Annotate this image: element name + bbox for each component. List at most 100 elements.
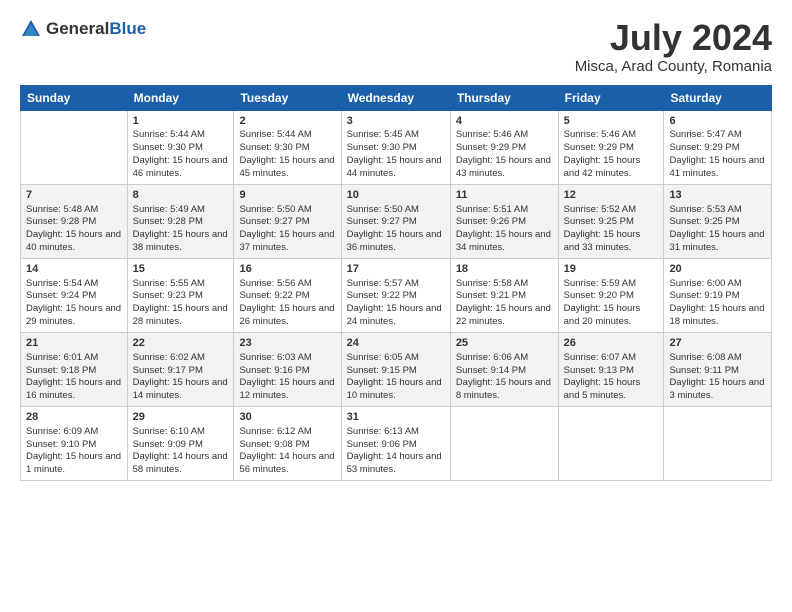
day-number: 3 <box>347 114 445 129</box>
day-number: 9 <box>239 188 335 203</box>
table-row: 2Sunrise: 5:44 AMSunset: 9:30 PMDaylight… <box>234 110 341 184</box>
day-number: 7 <box>26 188 122 203</box>
day-info: Sunrise: 5:56 AMSunset: 9:22 PMDaylight:… <box>239 278 335 329</box>
table-row: 27Sunrise: 6:08 AMSunset: 9:11 PMDayligh… <box>664 332 772 406</box>
table-row: 18Sunrise: 5:58 AMSunset: 9:21 PMDayligh… <box>450 258 558 332</box>
day-number: 12 <box>564 188 659 203</box>
day-info: Sunrise: 5:51 AMSunset: 9:26 PMDaylight:… <box>456 204 553 255</box>
table-row: 17Sunrise: 5:57 AMSunset: 9:22 PMDayligh… <box>341 258 450 332</box>
page: GeneralBlue July 2024 Misca, Arad County… <box>0 0 792 612</box>
day-number: 14 <box>26 262 122 277</box>
day-number: 17 <box>347 262 445 277</box>
day-number: 6 <box>669 114 766 129</box>
day-info: Sunrise: 6:09 AMSunset: 9:10 PMDaylight:… <box>26 426 122 477</box>
day-info: Sunrise: 5:57 AMSunset: 9:22 PMDaylight:… <box>347 278 445 329</box>
day-info: Sunrise: 6:08 AMSunset: 9:11 PMDaylight:… <box>669 352 766 403</box>
calendar-week-row: 1 Sunrise: 5:44 AMSunset: 9:30 PMDaylight… <box>21 110 772 184</box>
day-number: 26 <box>564 336 659 351</box>
table-row <box>664 406 772 480</box>
day-info: Sunrise: 5:58 AMSunset: 9:21 PMDaylight:… <box>456 278 553 329</box>
col-thursday: Thursday <box>450 85 558 110</box>
day-number: 30 <box>239 410 335 425</box>
table-row <box>21 110 128 184</box>
table-row <box>450 406 558 480</box>
table-row: 8Sunrise: 5:49 AMSunset: 9:28 PMDaylight… <box>127 184 234 258</box>
table-row: 11Sunrise: 5:51 AMSunset: 9:26 PMDayligh… <box>450 184 558 258</box>
table-row: 14Sunrise: 5:54 AMSunset: 9:24 PMDayligh… <box>21 258 128 332</box>
table-row: 25Sunrise: 6:06 AMSunset: 9:14 PMDayligh… <box>450 332 558 406</box>
day-number: 29 <box>133 410 229 425</box>
calendar-week-row: 7Sunrise: 5:48 AMSunset: 9:28 PMDaylight… <box>21 184 772 258</box>
day-info: Sunrise: 6:07 AMSunset: 9:13 PMDaylight:… <box>564 352 659 403</box>
day-number: 13 <box>669 188 766 203</box>
day-number: 2 <box>239 114 335 129</box>
calendar-week-row: 14Sunrise: 5:54 AMSunset: 9:24 PMDayligh… <box>21 258 772 332</box>
table-row: 16Sunrise: 5:56 AMSunset: 9:22 PMDayligh… <box>234 258 341 332</box>
table-row: 29Sunrise: 6:10 AMSunset: 9:09 PMDayligh… <box>127 406 234 480</box>
table-row: 13Sunrise: 5:53 AMSunset: 9:25 PMDayligh… <box>664 184 772 258</box>
day-info: Sunrise: 5:54 AMSunset: 9:24 PMDaylight:… <box>26 278 122 329</box>
day-info: Sunrise: 5:50 AMSunset: 9:27 PMDaylight:… <box>347 204 445 255</box>
col-saturday: Saturday <box>664 85 772 110</box>
day-number: 25 <box>456 336 553 351</box>
table-row: 24Sunrise: 6:05 AMSunset: 9:15 PMDayligh… <box>341 332 450 406</box>
table-row: 7Sunrise: 5:48 AMSunset: 9:28 PMDaylight… <box>21 184 128 258</box>
logo: GeneralBlue <box>20 18 146 40</box>
day-number: 23 <box>239 336 335 351</box>
table-row: 20Sunrise: 6:00 AMSunset: 9:19 PMDayligh… <box>664 258 772 332</box>
day-number: 20 <box>669 262 766 277</box>
table-row: 9Sunrise: 5:50 AMSunset: 9:27 PMDaylight… <box>234 184 341 258</box>
table-row: 31Sunrise: 6:13 AMSunset: 9:06 PMDayligh… <box>341 406 450 480</box>
day-info: Sunrise: 5:47 AMSunset: 9:29 PMDaylight:… <box>669 129 766 180</box>
col-sunday: Sunday <box>21 85 128 110</box>
day-info: Sunrise: 5:46 AMSunset: 9:29 PMDaylight:… <box>564 129 659 180</box>
table-row: 28Sunrise: 6:09 AMSunset: 9:10 PMDayligh… <box>21 406 128 480</box>
day-info: Sunrise: 5:55 AMSunset: 9:23 PMDaylight:… <box>133 278 229 329</box>
table-row: 21Sunrise: 6:01 AMSunset: 9:18 PMDayligh… <box>21 332 128 406</box>
day-info: Sunrise: 6:13 AMSunset: 9:06 PMDaylight:… <box>347 426 445 477</box>
day-info: Sunrise: 6:02 AMSunset: 9:17 PMDaylight:… <box>133 352 229 403</box>
calendar-week-row: 28Sunrise: 6:09 AMSunset: 9:10 PMDayligh… <box>21 406 772 480</box>
day-number: 24 <box>347 336 445 351</box>
col-monday: Monday <box>127 85 234 110</box>
logo-text: GeneralBlue <box>46 20 146 39</box>
table-row <box>558 406 664 480</box>
logo-icon <box>20 18 42 40</box>
calendar-header-row: Sunday Monday Tuesday Wednesday Thursday… <box>21 85 772 110</box>
day-number: 5 <box>564 114 659 129</box>
calendar-week-row: 21Sunrise: 6:01 AMSunset: 9:18 PMDayligh… <box>21 332 772 406</box>
day-info: Sunrise: 5:45 AMSunset: 9:30 PMDaylight:… <box>347 129 445 180</box>
day-number: 31 <box>347 410 445 425</box>
table-row: 1Sunrise: 5:44 AMSunset: 9:30 PMDaylight… <box>127 110 234 184</box>
day-info: Sunrise: 6:10 AMSunset: 9:09 PMDaylight:… <box>133 426 229 477</box>
table-row: 6Sunrise: 5:47 AMSunset: 9:29 PMDaylight… <box>664 110 772 184</box>
table-row: 3Sunrise: 5:45 AMSunset: 9:30 PMDaylight… <box>341 110 450 184</box>
day-number: 22 <box>133 336 229 351</box>
day-number: 28 <box>26 410 122 425</box>
day-info: Sunrise: 6:06 AMSunset: 9:14 PMDaylight:… <box>456 352 553 403</box>
day-number: 4 <box>456 114 553 129</box>
table-row: 12Sunrise: 5:52 AMSunset: 9:25 PMDayligh… <box>558 184 664 258</box>
day-info: Sunrise: 6:12 AMSunset: 9:08 PMDaylight:… <box>239 426 335 477</box>
header: GeneralBlue July 2024 Misca, Arad County… <box>20 18 772 75</box>
col-friday: Friday <box>558 85 664 110</box>
day-number: 27 <box>669 336 766 351</box>
table-row: 10Sunrise: 5:50 AMSunset: 9:27 PMDayligh… <box>341 184 450 258</box>
day-number: 16 <box>239 262 335 277</box>
day-info: Sunrise: 5:44 AMSunset: 9:30 PMDaylight:… <box>239 129 335 180</box>
table-row: 15Sunrise: 5:55 AMSunset: 9:23 PMDayligh… <box>127 258 234 332</box>
subtitle: Misca, Arad County, Romania <box>575 58 772 75</box>
table-row: 22Sunrise: 6:02 AMSunset: 9:17 PMDayligh… <box>127 332 234 406</box>
table-row: 30Sunrise: 6:12 AMSunset: 9:08 PMDayligh… <box>234 406 341 480</box>
day-info: Sunrise: 5:49 AMSunset: 9:28 PMDaylight:… <box>133 204 229 255</box>
table-row: 4Sunrise: 5:46 AMSunset: 9:29 PMDaylight… <box>450 110 558 184</box>
table-row: 5Sunrise: 5:46 AMSunset: 9:29 PMDaylight… <box>558 110 664 184</box>
day-number: 1 <box>133 114 229 129</box>
day-info: Sunrise: 5:53 AMSunset: 9:25 PMDaylight:… <box>669 204 766 255</box>
table-row: 19Sunrise: 5:59 AMSunset: 9:20 PMDayligh… <box>558 258 664 332</box>
day-info: Sunrise: 5:46 AMSunset: 9:29 PMDaylight:… <box>456 129 553 180</box>
day-number: 8 <box>133 188 229 203</box>
main-title: July 2024 <box>575 18 772 58</box>
day-info: Sunrise: 6:01 AMSunset: 9:18 PMDaylight:… <box>26 352 122 403</box>
day-info: Sunrise: 5:50 AMSunset: 9:27 PMDaylight:… <box>239 204 335 255</box>
